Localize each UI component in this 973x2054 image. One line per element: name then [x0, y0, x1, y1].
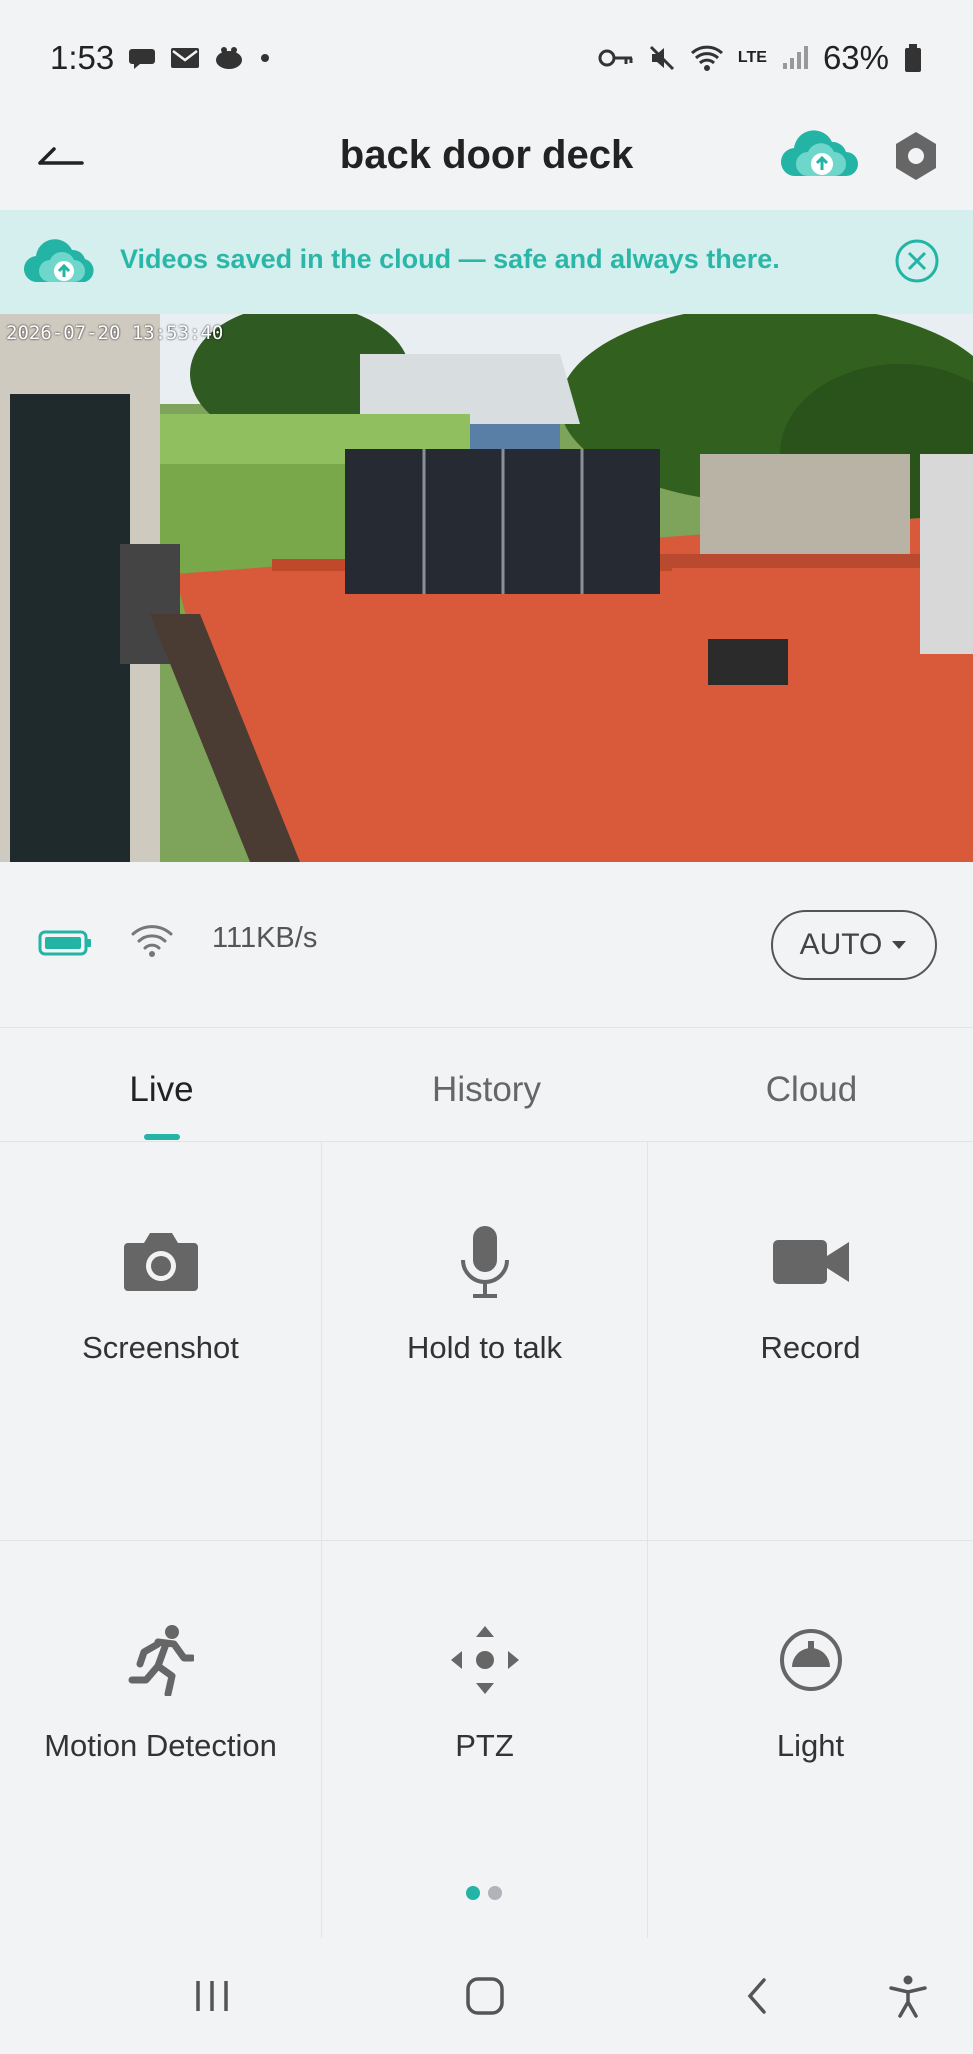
microphone-icon — [460, 1226, 509, 1298]
view-tabs: Live History Cloud — [0, 1027, 973, 1142]
page-dot-active[interactable] — [466, 1886, 480, 1900]
back-button[interactable] — [30, 128, 90, 184]
camera-icon — [123, 1233, 198, 1291]
recent-apps-button[interactable] — [182, 1968, 242, 2024]
signal-icon — [782, 46, 808, 69]
cloud-upload-icon — [23, 239, 94, 283]
home-button[interactable] — [455, 1968, 515, 2024]
tab-live[interactable]: Live — [0, 1028, 323, 1141]
dot-icon — [261, 54, 270, 62]
bitrate-text: 111KB/s — [212, 922, 318, 954]
wifi-icon — [131, 925, 173, 957]
gear-icon — [896, 132, 936, 180]
cloud-upload-icon — [780, 130, 858, 177]
accessibility-icon — [889, 1975, 927, 2018]
back-arrow-icon — [38, 147, 84, 165]
record-button[interactable]: Record — [648, 1222, 973, 1366]
hold-to-talk-label: Hold to talk — [406, 1330, 563, 1365]
mail-icon — [171, 48, 200, 68]
wifi-icon — [690, 45, 723, 71]
grid-divider — [0, 1540, 973, 1541]
tab-label: History — [432, 1070, 541, 1109]
back-nav-button[interactable] — [727, 1968, 787, 2024]
tab-active-indicator — [143, 1134, 180, 1140]
record-label: Record — [760, 1330, 861, 1365]
ptz-arrows-icon — [450, 1626, 519, 1694]
lte-icon: LTE — [737, 49, 767, 66]
ptz-button[interactable]: PTZ — [322, 1620, 647, 1764]
motion-detection-label: Motion Detection — [44, 1728, 277, 1763]
quality-select[interactable]: AUTO — [771, 910, 937, 980]
video-timestamp: 2026-07-20 13:53:40 — [6, 322, 224, 344]
hold-to-talk-button[interactable]: Hold to talk — [322, 1222, 647, 1366]
banner-close-button[interactable] — [894, 238, 940, 284]
camera-scene-image — [0, 314, 973, 862]
system-nav-bar — [0, 1938, 973, 2054]
cloud-banner: Videos saved in the cloud — safe and alw… — [0, 210, 973, 314]
page-indicator — [466, 1886, 502, 1900]
mute-icon — [649, 45, 674, 71]
camera-battery-icon — [38, 930, 91, 956]
chevron-down-icon — [892, 941, 907, 949]
banner-text: Videos saved in the cloud — safe and alw… — [120, 244, 780, 274]
page-dot[interactable] — [488, 1886, 502, 1900]
screenshot-button[interactable]: Screenshot — [0, 1222, 321, 1366]
status-time: 1:53 — [50, 39, 115, 76]
video-camera-icon — [772, 1240, 849, 1284]
recent-apps-icon — [196, 1981, 228, 2011]
app-icon — [216, 47, 243, 69]
tab-label: Live — [129, 1070, 194, 1109]
tab-cloud[interactable]: Cloud — [650, 1028, 973, 1141]
motion-detection-button[interactable]: Motion Detection — [0, 1620, 321, 1764]
back-icon — [747, 1978, 766, 2014]
cloud-upload-button[interactable] — [778, 122, 860, 188]
battery-icon — [905, 44, 921, 72]
light-button[interactable]: Light — [648, 1620, 973, 1764]
action-grid: Screenshot Hold to talk Record Motion De… — [0, 1142, 973, 1938]
key-icon — [598, 49, 633, 67]
accessibility-button[interactable] — [878, 1968, 938, 2024]
screenshot-label: Screenshot — [82, 1330, 239, 1365]
live-video-feed[interactable]: 2026-07-20 13:53:40 — [0, 314, 973, 862]
running-person-icon — [128, 1625, 194, 1696]
page-title: back door deck — [339, 132, 634, 177]
light-label: Light — [776, 1728, 845, 1763]
lamp-icon — [779, 1629, 842, 1691]
settings-button[interactable] — [888, 128, 944, 184]
stream-info-row: 111KB/s AUTO — [0, 862, 973, 1027]
battery-percent: 63% — [822, 39, 889, 76]
quality-label: AUTO — [799, 928, 883, 961]
tab-label: Cloud — [765, 1070, 858, 1109]
app-bar: back door deck — [0, 100, 973, 210]
tab-history[interactable]: History — [323, 1028, 650, 1141]
status-bar: 1:53 LTE 63% — [0, 0, 973, 116]
home-icon — [466, 1977, 504, 2015]
ptz-label: PTZ — [455, 1728, 514, 1763]
close-icon — [895, 239, 939, 283]
chat-icon — [129, 49, 156, 69]
